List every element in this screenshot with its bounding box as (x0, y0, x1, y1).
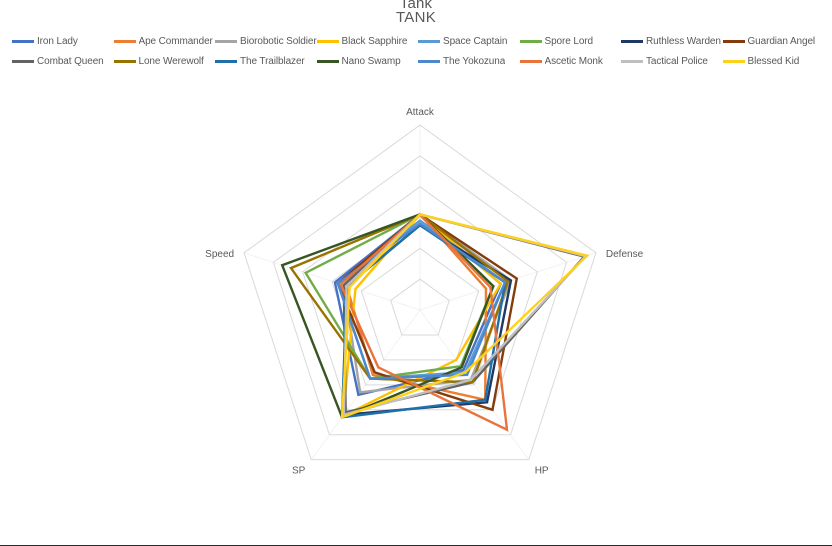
legend-item-label: Guardian Angel (747, 35, 816, 47)
title-block: Tank TANK (0, 0, 832, 28)
legend-item-label: Black Sapphire (341, 35, 408, 47)
legend-item-guardian-angel[interactable]: Guardian Angel (722, 31, 825, 51)
grid-spoke (243, 252, 421, 311)
legend-swatch-icon (113, 39, 136, 43)
radar-gridlines (243, 124, 597, 461)
legend-item-black-sapphire[interactable]: Black Sapphire (316, 31, 419, 51)
axis-label-sp: SP (292, 466, 306, 477)
legend-item-label: Ruthless Warden (646, 35, 721, 47)
title-overflow-text: Tank (0, 0, 832, 8)
legend-row: Iron Lady Ape Commander Biorobotic Soldier… (12, 31, 824, 51)
legend-item-ape-commander[interactable]: Ape Commander (113, 31, 216, 51)
axis-label-defense: Defense (606, 249, 644, 260)
legend-item-label: Iron Lady (37, 35, 78, 47)
legend-item-label: Spore Lord (544, 35, 593, 47)
plot-area: Attack Defense HP SP Speed (0, 62, 832, 532)
legend-swatch-icon (519, 39, 542, 43)
legend-swatch-icon (316, 39, 339, 43)
legend-item-label: Ape Commander (138, 35, 213, 47)
legend-item-label: Space Captain (443, 35, 508, 47)
legend-item-spore-lord[interactable]: Spore Lord (519, 31, 622, 51)
legend-swatch-icon (722, 39, 745, 43)
axis-label-hp: HP (535, 466, 549, 477)
radar-axis-labels: Attack Defense HP SP Speed (205, 107, 643, 477)
legend-item-label: Biorobotic Soldier (240, 35, 317, 47)
legend-swatch-icon (12, 39, 34, 43)
legend-swatch-icon (621, 39, 643, 43)
legend-item-biorobotic-soldier[interactable]: Biorobotic Soldier (215, 31, 317, 51)
radar-series-ascetic-monk[interactable] (339, 212, 509, 432)
legend-swatch-icon (215, 39, 237, 43)
radar-chart: Attack Defense HP SP Speed (205, 107, 643, 477)
axis-label-speed: Speed (205, 249, 234, 260)
legend-item-ruthless-warden[interactable]: Ruthless Warden (621, 31, 723, 51)
legend-item-iron-lady[interactable]: Iron Lady (12, 31, 114, 51)
legend-item-space-captain[interactable]: Space Captain (418, 31, 520, 51)
axis-label-attack: Attack (406, 107, 435, 118)
chart-page: Tank TANK Iron Lady Ape Commander Biorobot… (0, 0, 832, 546)
page-title: TANK (395, 9, 437, 26)
radar-series-group (280, 212, 590, 432)
legend-swatch-icon (418, 39, 440, 43)
